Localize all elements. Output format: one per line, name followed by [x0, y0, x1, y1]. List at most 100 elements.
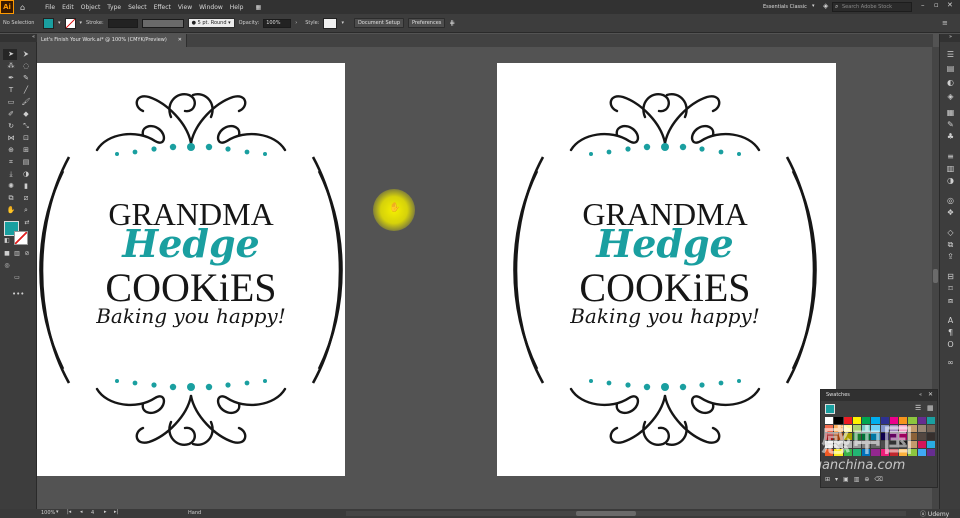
artboards-icon[interactable]: ⧉ [946, 240, 955, 249]
dock-grip[interactable]: » [940, 34, 960, 42]
stroke-color-box[interactable] [14, 231, 28, 245]
chevron-down-icon[interactable]: ▾ [812, 3, 815, 9]
zoom-tool-icon[interactable]: ⌕ [21, 206, 31, 214]
variable-width-field[interactable] [141, 18, 184, 28]
layers-icon[interactable]: ◇ [946, 228, 955, 237]
align-icon[interactable]: ⊟ [946, 272, 955, 281]
color-guide-icon[interactable]: ◈ [946, 92, 955, 101]
zoom-level[interactable]: 100% [41, 510, 55, 516]
brushes-icon[interactable]: ✎ [946, 120, 955, 129]
type-tool-icon[interactable]: T [6, 86, 16, 94]
more-tools-icon[interactable]: ••• [12, 290, 24, 298]
scale-tool-icon[interactable]: ⤡ [21, 122, 31, 130]
properties-icon[interactable]: ☰ [946, 50, 955, 59]
scroll-thumb[interactable] [933, 269, 938, 283]
symbol-sprayer-tool-icon[interactable]: ✺ [6, 182, 16, 190]
draw-mode-icon[interactable]: ◎ [2, 262, 12, 270]
asset-export-icon[interactable]: ⇪ [946, 252, 955, 261]
menu-window[interactable]: Window [199, 4, 223, 11]
lasso-tool-icon[interactable]: ◌ [21, 62, 31, 70]
none-mode-icon[interactable]: ⊘ [22, 250, 32, 258]
transform-icon[interactable]: ⌑ [946, 284, 955, 293]
close-icon[interactable]: ✕ [178, 34, 182, 47]
libraries-icon[interactable]: ▤ [946, 64, 955, 73]
workspace-switcher[interactable]: Essentials Classic [763, 4, 807, 10]
gradient-panel-icon[interactable]: ▥ [946, 164, 955, 173]
symbols-icon[interactable]: ♣ [946, 132, 955, 141]
rotate-tool-icon[interactable]: ↻ [6, 122, 16, 130]
arrange-documents-icon[interactable]: ▦ [255, 4, 261, 11]
menu-file[interactable]: File [45, 4, 55, 11]
menu-effect[interactable]: Effect [154, 4, 171, 11]
menu-help[interactable]: Help [230, 4, 244, 11]
list-view-icon[interactable]: ☰ [915, 404, 921, 412]
links-icon[interactable]: ∞ [946, 358, 955, 367]
next-artboard-icon[interactable]: ▸ [104, 509, 107, 515]
slice-tool-icon[interactable]: ⧄ [21, 194, 31, 202]
scroll-thumb[interactable] [576, 511, 636, 516]
selection-tool-icon[interactable]: ➤ [6, 50, 16, 58]
mesh-tool-icon[interactable]: ⌗ [6, 158, 16, 166]
chevron-down-icon[interactable]: ▾ [58, 20, 61, 26]
character-icon[interactable]: A [946, 316, 955, 325]
graphic-style-swatch[interactable] [323, 17, 338, 29]
menu-view[interactable]: View [178, 4, 192, 11]
default-colors-icon[interactable]: ◧ [2, 237, 12, 245]
blend-tool-icon[interactable]: ◑ [21, 170, 31, 178]
menu-edit[interactable]: Edit [62, 4, 74, 11]
grid-view-icon[interactable]: ▦ [927, 404, 934, 412]
close-icon[interactable]: ✕ [928, 391, 933, 398]
gradient-mode-icon[interactable]: ▥ [12, 250, 22, 258]
line-tool-icon[interactable]: ╱ [21, 86, 31, 94]
search-stock-field[interactable]: ⌕ Search Adobe Stock [832, 2, 912, 12]
active-fill-swatch[interactable] [825, 404, 835, 414]
gradient-tool-icon[interactable]: ▤ [21, 158, 31, 166]
hand-tool-icon[interactable]: ✋ [6, 206, 16, 214]
column-graph-tool-icon[interactable]: ▮ [21, 182, 31, 190]
stroke-panel-icon[interactable]: ≡ [946, 152, 955, 161]
pathfinder-icon[interactable]: ⧈ [946, 296, 955, 305]
last-artboard-icon[interactable]: ▸| [114, 509, 118, 515]
menu-object[interactable]: Object [81, 4, 101, 11]
shaper-tool-icon[interactable]: ✐ [6, 110, 16, 118]
artboard-1[interactable]: GRANDMA Hedge COOKiES Baking you happy! [37, 63, 345, 476]
first-artboard-icon[interactable]: |◂ [67, 509, 71, 515]
artboard-tool-icon[interactable]: ⧉ [6, 194, 16, 202]
swatches-icon[interactable]: ▦ [946, 108, 955, 117]
menu-select[interactable]: Select [128, 4, 147, 11]
sync-icon[interactable]: ◈ [823, 2, 828, 10]
pen-tool-icon[interactable]: ✒ [6, 74, 16, 82]
prev-artboard-icon[interactable]: ◂ [80, 509, 83, 515]
appearance-icon[interactable]: ◎ [946, 196, 955, 205]
curvature-tool-icon[interactable]: ✎ [21, 74, 31, 82]
minimize-icon[interactable]: – [921, 1, 925, 9]
eyedropper-tool-icon[interactable]: ⤓ [6, 170, 16, 178]
home-icon[interactable]: ⌂ [20, 3, 25, 12]
toolbar-grip[interactable]: « [0, 34, 37, 42]
fill-swatch[interactable] [43, 17, 54, 29]
preferences-button[interactable]: Preferences [408, 18, 446, 28]
color-icon[interactable]: ◐ [946, 78, 955, 87]
opacity-field[interactable]: 100% [263, 18, 292, 28]
panel-menu-icon[interactable]: ≡ [942, 19, 948, 27]
paintbrush-tool-icon[interactable]: 🖌 [21, 98, 31, 106]
brush-definition-dropdown[interactable]: ● 5 pt. Round ▾ [187, 18, 235, 28]
perspective-grid-tool-icon[interactable]: ⊞ [21, 146, 31, 154]
chevron-down-icon[interactable]: ▾ [341, 20, 344, 26]
collapse-icon[interactable]: « [919, 392, 922, 398]
direct-selection-tool-icon[interactable]: ⮞ [21, 50, 31, 58]
swap-fill-stroke-icon[interactable]: ⇄ [22, 219, 32, 227]
color-mode-icon[interactable]: ■ [2, 250, 12, 258]
stroke-weight-field[interactable] [107, 18, 138, 28]
document-setup-button[interactable]: Document Setup [353, 18, 404, 28]
magic-wand-tool-icon[interactable]: ⁂ [6, 62, 16, 70]
rectangle-tool-icon[interactable]: ▭ [6, 98, 16, 106]
menu-type[interactable]: Type [107, 4, 121, 11]
chevron-down-icon[interactable]: ▾ [80, 20, 83, 26]
width-tool-icon[interactable]: ⋈ [6, 134, 16, 142]
opentype-icon[interactable]: O [946, 340, 955, 349]
eraser-tool-icon[interactable]: ◆ [21, 110, 31, 118]
artboard-number[interactable]: 4 [91, 510, 94, 516]
close-icon[interactable]: ✕ [947, 1, 953, 9]
shape-builder-tool-icon[interactable]: ⊕ [6, 146, 16, 154]
